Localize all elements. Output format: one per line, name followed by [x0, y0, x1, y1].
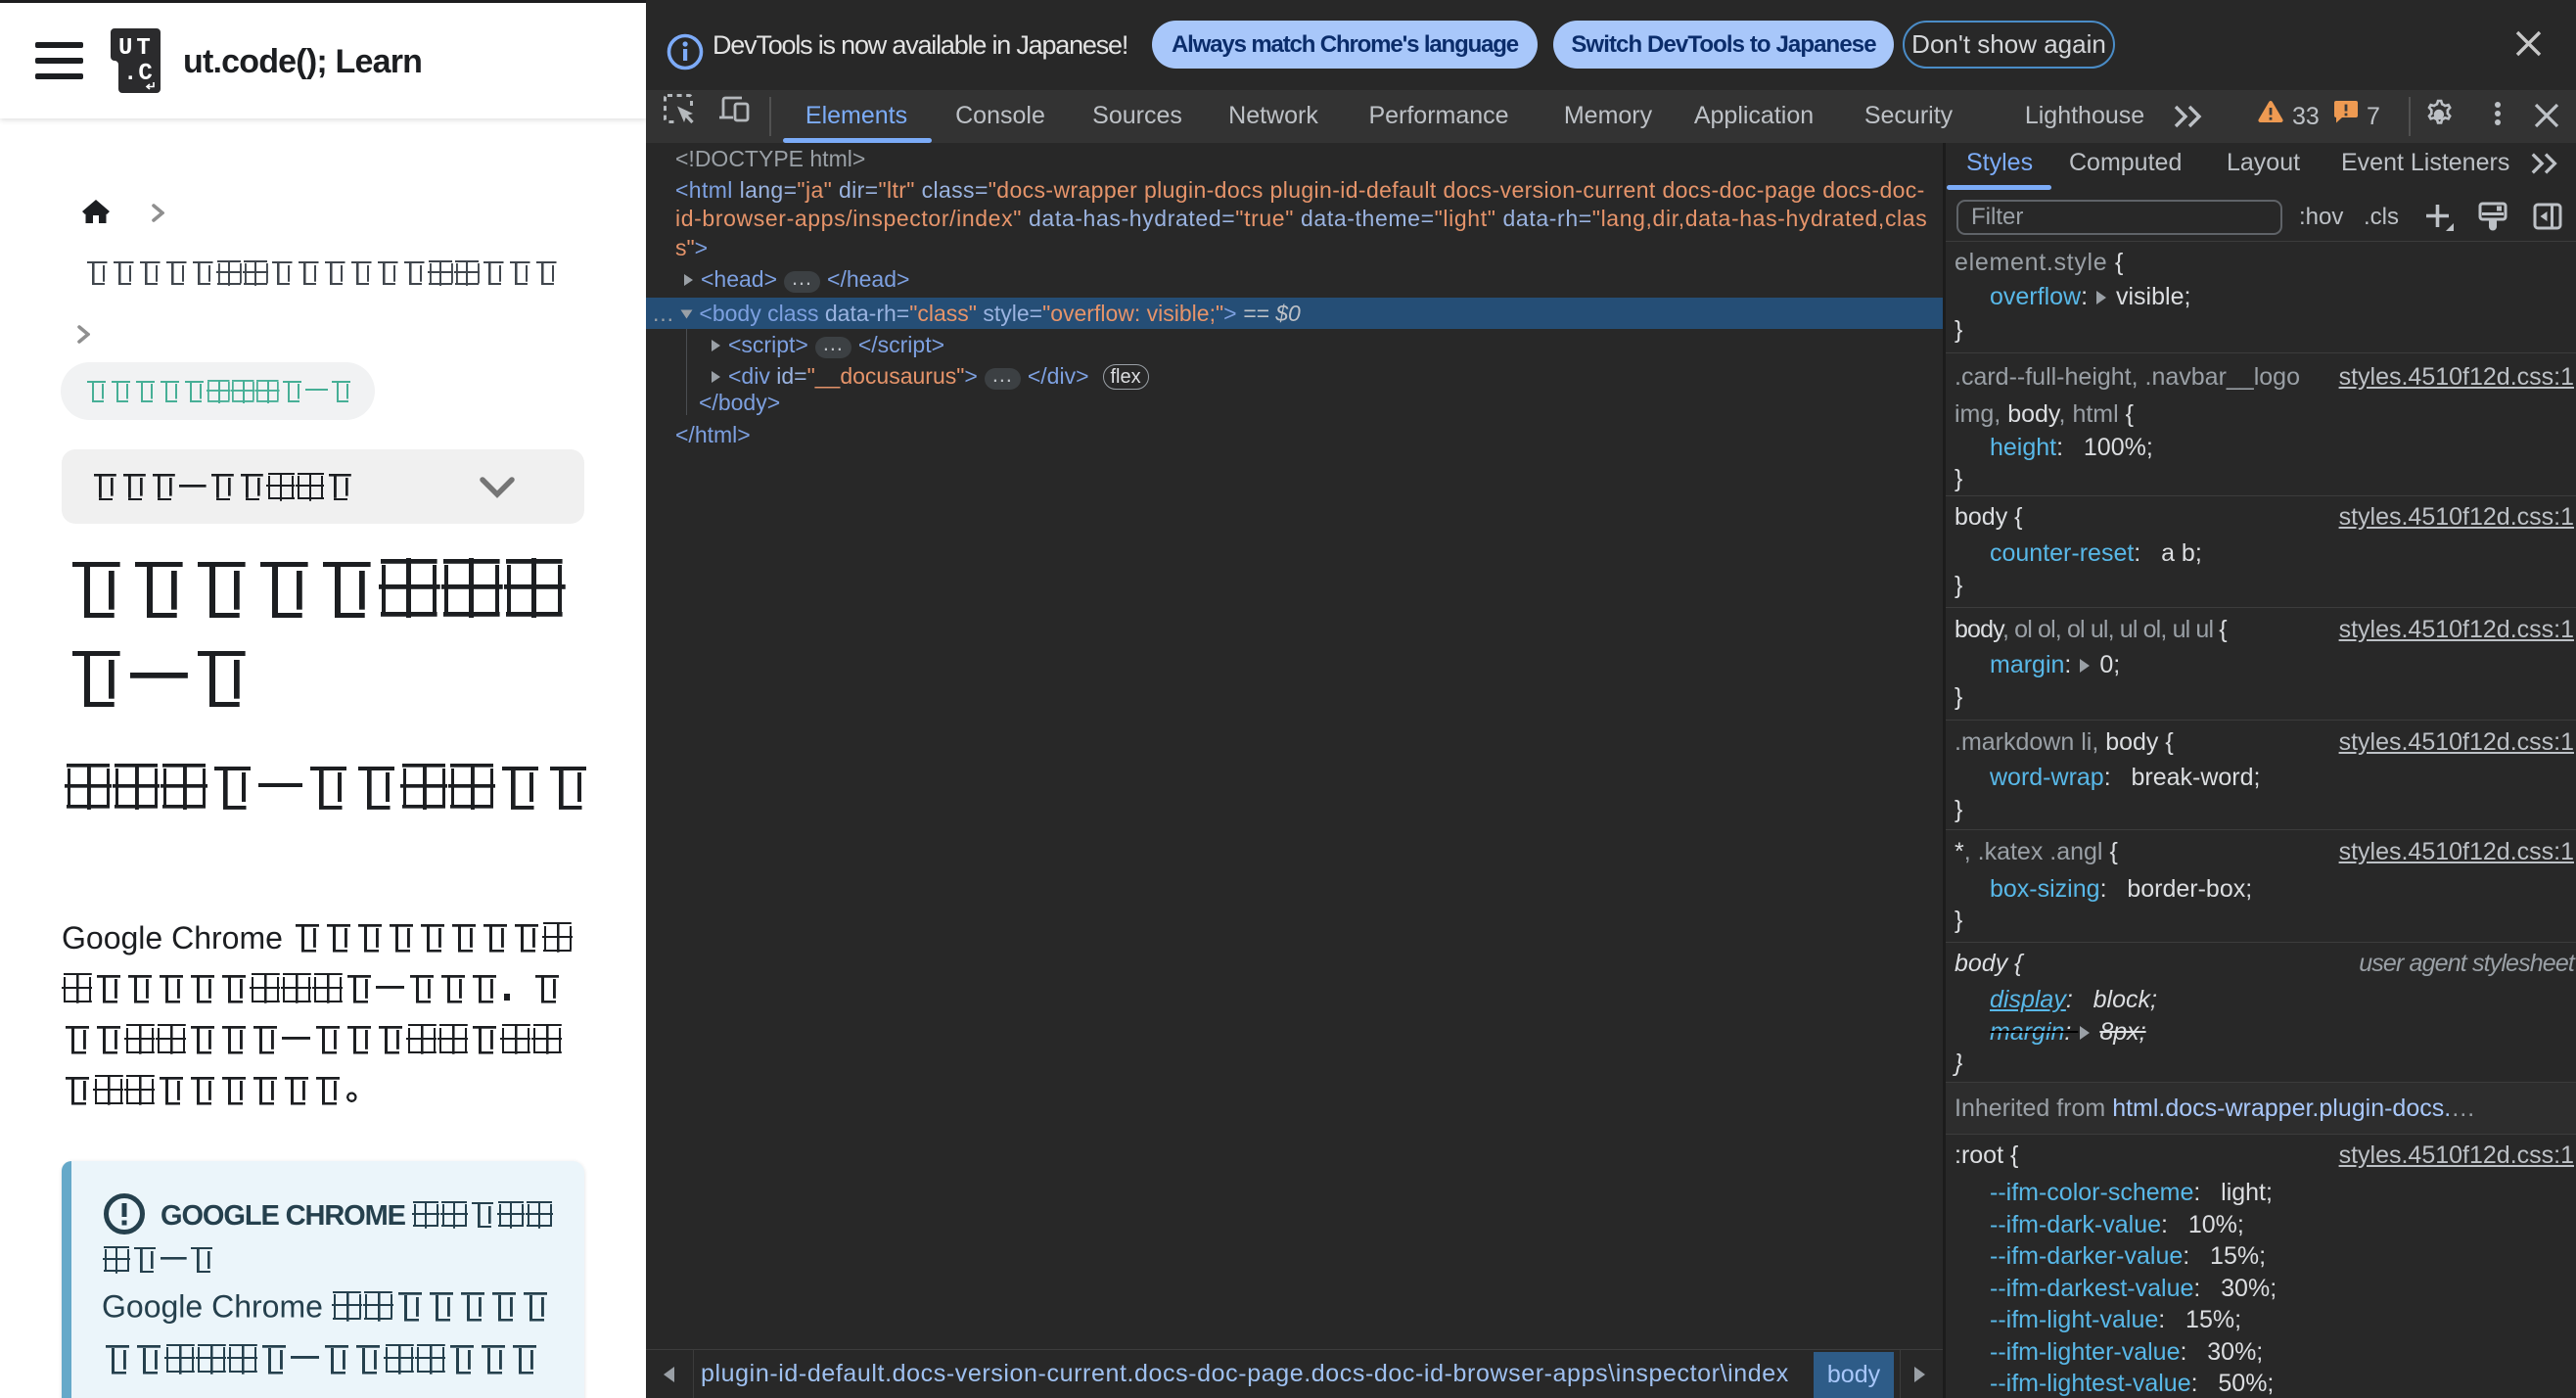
svg-text:UT: UT	[118, 35, 155, 62]
svg-text:.C: .C	[123, 61, 154, 87]
